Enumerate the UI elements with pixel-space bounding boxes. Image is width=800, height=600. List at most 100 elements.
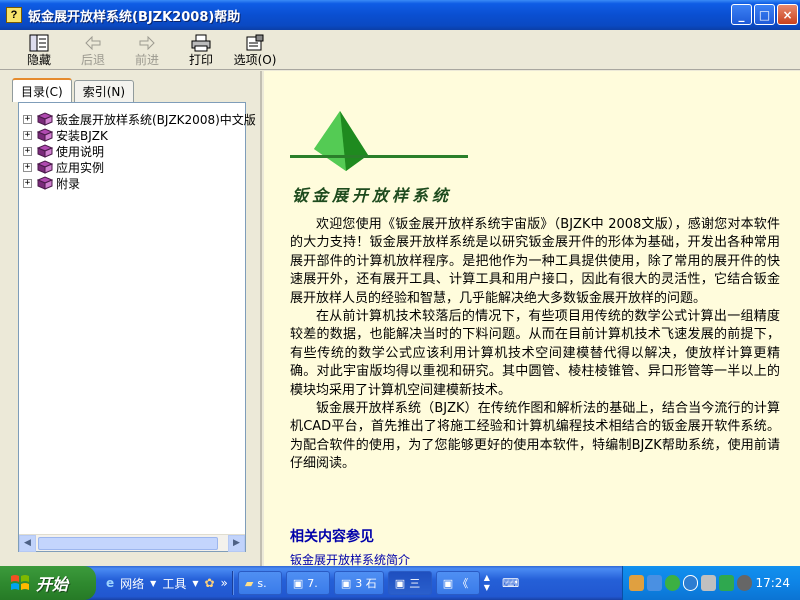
task-button[interactable]: ▣ 三 <box>387 571 432 595</box>
logo-icon <box>314 111 368 171</box>
nav-tabs: 目录(C) 索引(N) <box>12 78 136 102</box>
scroll-right-icon[interactable]: ▶ <box>228 534 245 552</box>
program-icon[interactable]: ✿ <box>204 576 214 590</box>
expand-icon[interactable]: + <box>23 162 32 172</box>
hide-pane-icon <box>28 33 50 53</box>
tray-settings-icon[interactable] <box>737 575 753 591</box>
back-arrow-icon <box>82 33 104 53</box>
forward-arrow-icon <box>136 33 158 53</box>
article-paragraph: 钣金展开放样系统（BJZK）在传统作图和解析法的基础上，结合当今流行的计算机CA… <box>290 401 780 472</box>
tray-app-icon[interactable] <box>629 575 645 591</box>
minimize-button[interactable]: _ <box>731 4 752 25</box>
task-button[interactable]: ▣ 3 石 <box>333 571 384 595</box>
help-icon: ▣ <box>394 576 406 590</box>
options-icon <box>244 33 266 53</box>
hide-label: 隐藏 <box>26 53 51 67</box>
taskbar-scroll[interactable]: ▲ ▼ <box>484 573 490 593</box>
hide-button[interactable]: 隐藏 <box>12 30 66 68</box>
tree-item[interactable]: + 安装BJZK <box>23 127 108 143</box>
task-button[interactable]: ▰ s. <box>237 571 282 595</box>
related-link[interactable]: 钣金展开放样系统简介 <box>290 551 410 566</box>
tree-item-label: 应用实例 <box>56 160 105 175</box>
close-button[interactable]: × <box>777 4 798 25</box>
book-icon <box>37 176 53 190</box>
options-button[interactable]: 选项(O) <box>228 30 282 68</box>
keyboard-icon[interactable]: ⌨ <box>502 576 519 590</box>
dropdown-arrow-icon[interactable]: ▼ <box>192 579 198 588</box>
book-icon <box>37 128 53 142</box>
related-heading: 相关内容参见 <box>290 529 374 545</box>
navigation-pane: 目录(C) 索引(N) + 钣金展开放样系统(BJZK2008)中文版 + 安装… <box>0 71 262 566</box>
window-icon: ▣ <box>292 576 304 590</box>
tray-antivirus-icon[interactable] <box>665 575 681 591</box>
window-icon: ▣ <box>442 576 454 590</box>
tray-volume-icon[interactable] <box>701 575 717 591</box>
tab-index[interactable]: 索引(N) <box>73 80 135 102</box>
system-tray: 17:24 <box>622 566 800 600</box>
contents-tree: + 钣金展开放样系统(BJZK2008)中文版 + 安装BJZK + 使用说明 … <box>18 102 256 552</box>
tab-contents[interactable]: 目录(C) <box>12 78 72 102</box>
tree-item[interactable]: + 钣金展开放样系统(BJZK2008)中文版 <box>23 111 256 127</box>
quick-launch: e 网络 ▼ 工具 ▼ ✿ » <box>106 575 228 592</box>
expand-icon[interactable]: + <box>23 114 32 124</box>
tree-item-label: 钣金展开放样系统(BJZK2008)中文版 <box>56 112 256 127</box>
down-arrow-icon[interactable]: ▼ <box>484 583 490 593</box>
more-chevron-icon[interactable]: » <box>221 576 228 590</box>
horizontal-scrollbar[interactable]: ◀ ▶ <box>19 534 245 552</box>
help-article: 欢迎您使用《钣金展开放样系统宇宙版》（BJZK中 2008文版），感谢您对本软件… <box>290 216 780 474</box>
task-button[interactable]: ▣ 《 <box>435 571 480 595</box>
back-button[interactable]: 后退 <box>66 30 120 68</box>
scroll-left-icon[interactable]: ◀ <box>19 534 36 552</box>
tray-network-icon[interactable] <box>647 575 663 591</box>
options-label: 选项(O) <box>233 53 277 67</box>
task-label: 《 <box>457 577 469 590</box>
forward-button[interactable]: 前进 <box>120 30 174 68</box>
forward-label: 前进 <box>134 53 159 67</box>
taskbar: 开始 e 网络 ▼ 工具 ▼ ✿ » ▰ s. ▣ 7. ▣ 3 石 ▣ 三 ▣ 《 ▲ ▼… <box>0 566 800 600</box>
folder-icon: ▰ <box>244 576 254 590</box>
expand-icon[interactable]: + <box>23 178 32 188</box>
task-label: 三 <box>409 577 421 590</box>
toolbar: 隐藏 后退 前进 打印 选项(O) <box>0 30 800 70</box>
tray-security-icon[interactable] <box>719 575 735 591</box>
title-bar: ? 钣金展开放样系统(BJZK2008)帮助 _ □ × <box>0 0 800 30</box>
logo-divider <box>290 155 468 158</box>
logo-title: 钣金展开放样系统 <box>292 186 453 205</box>
window-controls: _ □ × <box>731 4 798 25</box>
dropdown-arrow-icon[interactable]: ▼ <box>150 579 156 588</box>
expand-icon[interactable]: + <box>23 130 32 140</box>
article-paragraph: 在从前计算机技术较落后的情况下，有些项目用传统的数学公式计算出一组精度较差的数据… <box>290 309 780 398</box>
printer-icon <box>190 33 212 53</box>
book-icon <box>37 160 53 174</box>
ie-icon[interactable]: e <box>106 576 114 590</box>
tree-item-label: 附录 <box>56 176 81 191</box>
tree-item[interactable]: + 应用实例 <box>23 159 104 175</box>
scroll-thumb[interactable] <box>38 536 218 550</box>
up-arrow-icon[interactable]: ▲ <box>484 573 490 583</box>
scroll-track[interactable] <box>36 536 228 551</box>
tree-item-label: 使用说明 <box>56 144 105 159</box>
tray-power-icon[interactable] <box>683 575 699 591</box>
help-app-icon: ? <box>6 7 22 23</box>
help-content-pane: 钣金展开放样系统 欢迎您使用《钣金展开放样系统宇宙版》（BJZK中 2008文版… <box>264 71 800 566</box>
start-label: 开始 <box>36 575 69 594</box>
expand-icon[interactable]: + <box>23 146 32 156</box>
book-icon <box>37 144 53 158</box>
tree-item[interactable]: + 使用说明 <box>23 143 104 159</box>
task-label: 7. <box>307 576 318 590</box>
quick-item-tools[interactable]: 工具 <box>162 575 186 592</box>
start-button[interactable]: 开始 <box>0 566 96 600</box>
task-button[interactable]: ▣ 7. <box>285 571 330 595</box>
article-paragraph: 欢迎您使用《钣金展开放样系统宇宙版》（BJZK中 2008文版），感谢您对本软件… <box>290 217 780 306</box>
quick-item-network[interactable]: 网络 <box>120 575 144 592</box>
back-label: 后退 <box>80 53 105 67</box>
taskbar-separator <box>231 571 234 595</box>
window-icon: ▣ <box>340 576 352 590</box>
print-label: 打印 <box>188 53 213 67</box>
print-button[interactable]: 打印 <box>174 30 228 68</box>
task-label: s. <box>257 576 267 590</box>
tree-item[interactable]: + 附录 <box>23 175 80 191</box>
clock: 17:24 <box>755 576 791 590</box>
maximize-button[interactable]: □ <box>754 4 775 25</box>
windows-flag-icon <box>11 575 29 590</box>
